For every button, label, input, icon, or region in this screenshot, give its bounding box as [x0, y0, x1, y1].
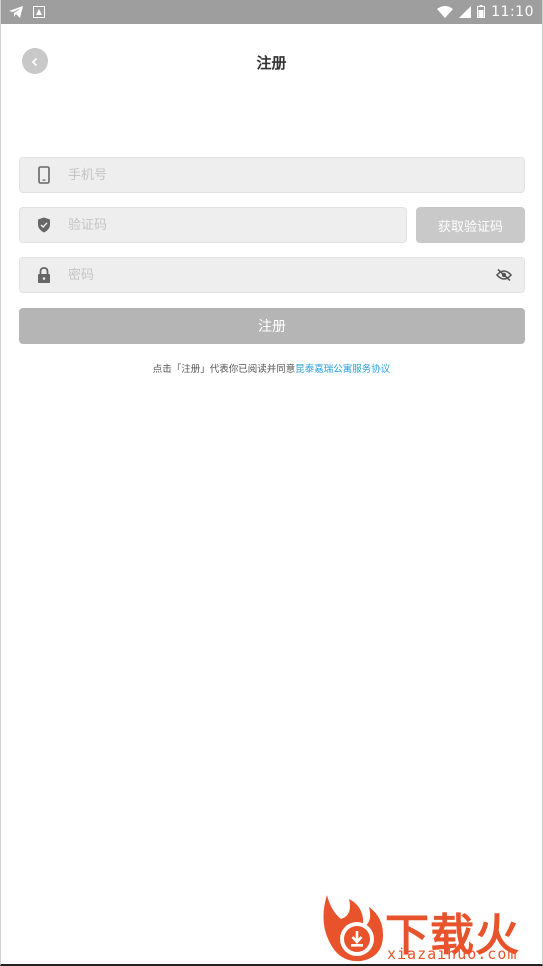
- agreement-text: 点击「注册」代表你已阅读并同意昆泰嘉瑞公寓服务协议: [1, 361, 542, 375]
- register-screen: 11:10 注册 获取验证码 注册 点击「注册」代表你已阅读并: [0, 0, 543, 966]
- wifi-icon: [437, 3, 454, 22]
- watermark-domain: xiazaihuo.com: [387, 945, 518, 963]
- service-agreement-link[interactable]: 昆泰嘉瑞公寓服务协议: [295, 364, 390, 375]
- password-input[interactable]: [68, 258, 484, 292]
- page-title: 注册: [256, 54, 287, 72]
- app-notification-icon: [33, 3, 45, 22]
- phone-icon: [20, 158, 68, 192]
- flame-logo-icon: [319, 893, 385, 964]
- eye-off-icon[interactable]: [484, 258, 524, 292]
- battery-icon: [477, 3, 486, 22]
- agreement-prefix: 点击「注册」代表你已阅读并同意: [152, 364, 296, 375]
- status-time: 11:10: [491, 4, 534, 20]
- password-field[interactable]: [19, 257, 525, 293]
- lock-icon: [20, 258, 68, 292]
- verification-code-input[interactable]: [68, 208, 406, 242]
- phone-input[interactable]: [68, 158, 524, 192]
- status-bar: 11:10: [1, 0, 542, 24]
- register-button[interactable]: 注册: [19, 308, 525, 344]
- telegram-icon: [9, 3, 23, 22]
- phone-field[interactable]: [19, 157, 525, 193]
- get-code-button[interactable]: 获取验证码: [416, 207, 525, 243]
- shield-icon: [20, 208, 68, 242]
- signal-icon: [459, 3, 472, 22]
- watermark: 下载火 xiazaihuo.com: [319, 893, 542, 964]
- verification-code-field[interactable]: [19, 207, 407, 243]
